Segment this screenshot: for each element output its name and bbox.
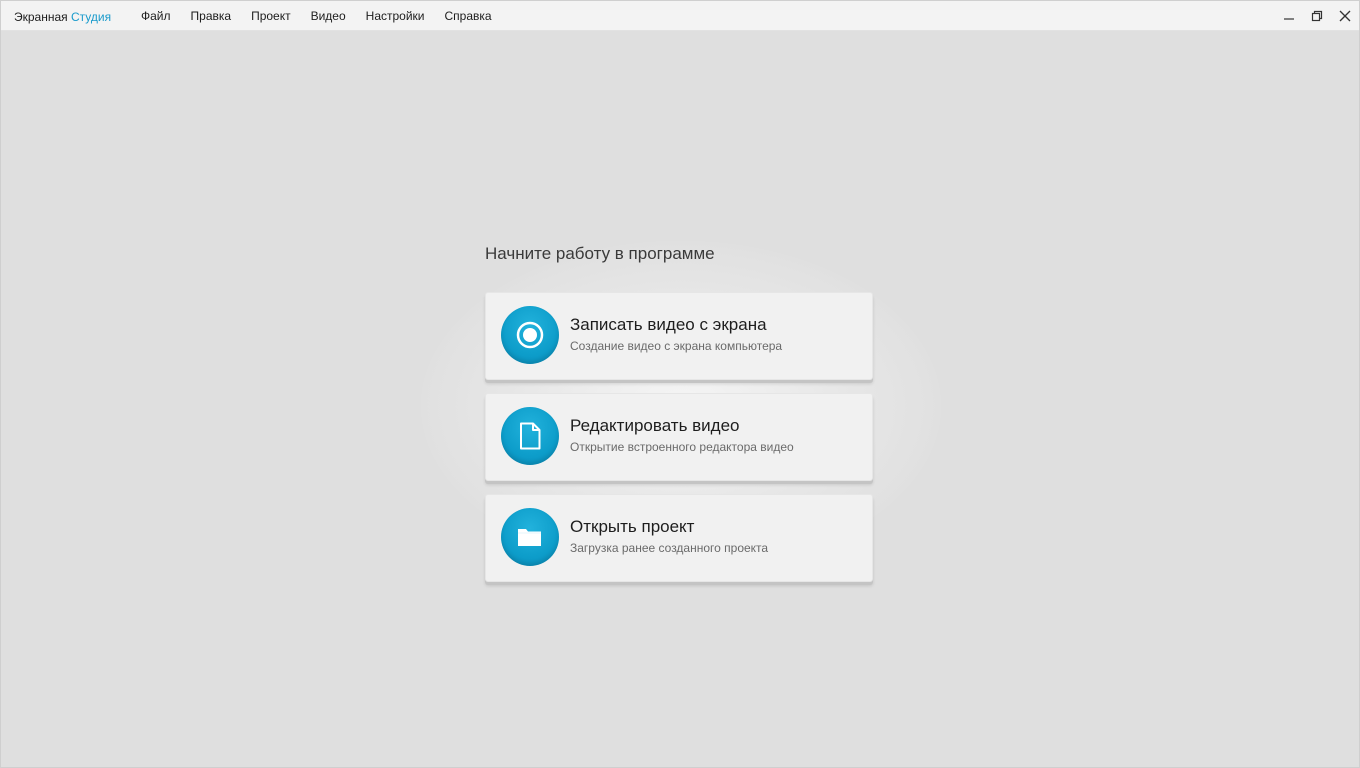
- menu-settings[interactable]: Настройки: [356, 1, 435, 31]
- record-screen-subtitle: Создание видео с экрана компьютера: [570, 339, 783, 353]
- title-bar: Экранная Студия Файл Правка Проект Видео…: [1, 1, 1359, 31]
- edit-video-button[interactable]: Редактировать видео Открытие встроенного…: [485, 393, 873, 481]
- app-window: Экранная Студия Файл Правка Проект Видео…: [0, 0, 1360, 768]
- minimize-icon: [1284, 18, 1294, 20]
- open-project-subtitle: Загрузка ранее созданного проекта: [570, 541, 769, 555]
- record-screen-title: Записать видео с экрана: [570, 315, 767, 334]
- edit-video-title: Редактировать видео: [570, 416, 740, 435]
- open-project-title: Открыть проект: [570, 517, 695, 536]
- menu-video[interactable]: Видео: [301, 1, 356, 31]
- menu-edit[interactable]: Правка: [181, 1, 242, 31]
- menu-bar: Файл Правка Проект Видео Настройки Справ…: [131, 1, 502, 31]
- record-icon: [501, 306, 559, 364]
- open-project-button[interactable]: Открыть проект Загрузка ранее созданного…: [485, 494, 873, 582]
- record-screen-button[interactable]: Записать видео с экрана Создание видео с…: [485, 292, 873, 380]
- restore-button[interactable]: [1303, 1, 1331, 31]
- app-title-accent: Студия: [71, 10, 112, 24]
- folder-icon: [501, 508, 559, 566]
- menu-project[interactable]: Проект: [241, 1, 301, 31]
- menu-help[interactable]: Справка: [435, 1, 502, 31]
- document-icon: [501, 407, 559, 465]
- restore-icon: [1311, 10, 1323, 22]
- window-controls: [1275, 1, 1359, 31]
- close-button[interactable]: [1331, 1, 1359, 31]
- edit-video-subtitle: Открытие встроенного редактора видео: [570, 440, 794, 454]
- start-heading: Начните работу в программе: [485, 244, 715, 263]
- menu-file[interactable]: Файл: [131, 1, 181, 31]
- app-title: Экранная Студия: [14, 10, 111, 24]
- app-title-main: Экранная: [14, 10, 68, 24]
- close-icon: [1339, 10, 1351, 22]
- minimize-button[interactable]: [1275, 1, 1303, 31]
